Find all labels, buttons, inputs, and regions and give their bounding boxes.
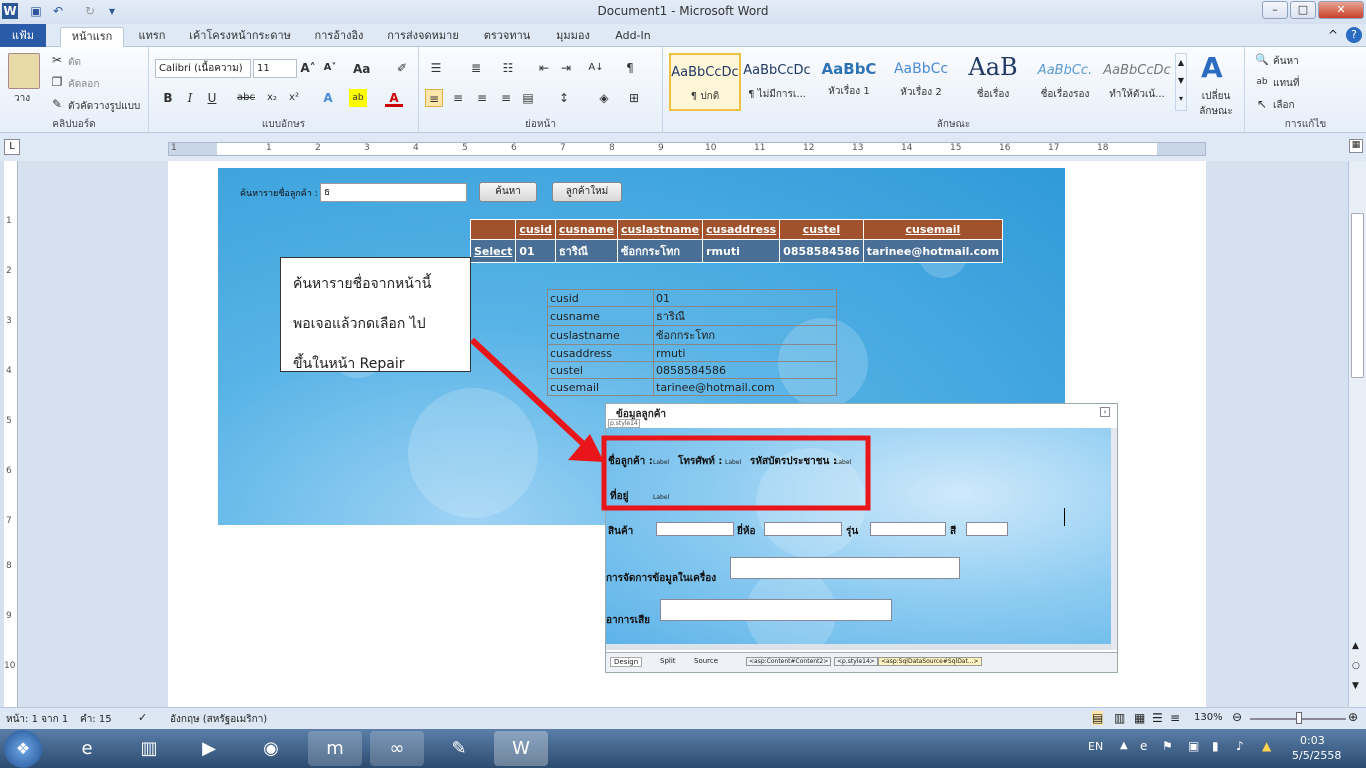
language-status[interactable]: อังกฤษ (สหรัฐอเมริกา) [170, 712, 267, 727]
red-highlight-box [601, 435, 871, 511]
show-hidden-icons-icon[interactable]: ▲ [1120, 740, 1128, 751]
taskbar: ❖ e ▥ ▶ ◉ m ∞ ✎ W EN ▲ e ⚑ ▣ ▮ ♪ ▲ 0:03 … [0, 729, 1366, 768]
web-layout-icon[interactable]: ▦ [1134, 711, 1145, 725]
device-icon[interactable]: ▣ [1188, 739, 1199, 753]
visual-studio-icon[interactable]: ∞ [370, 731, 424, 766]
zoom-level[interactable]: 130% [1194, 712, 1223, 723]
page-count[interactable]: หน้า: 1 จาก 1 [6, 712, 68, 727]
zoom-in-icon[interactable]: ⊕ [1348, 710, 1358, 724]
ie-icon[interactable]: e [60, 731, 114, 766]
clock-date[interactable]: 5/5/2558 [1292, 749, 1341, 762]
clock-time[interactable]: 0:03 [1300, 734, 1325, 747]
media-player-icon[interactable]: ▶ [182, 731, 236, 766]
outline-icon[interactable]: ☰ [1152, 711, 1163, 725]
red-arrow-line [469, 337, 595, 455]
zoom-out-icon[interactable]: ⊖ [1232, 710, 1242, 724]
explorer-icon[interactable]: ▥ [122, 731, 176, 766]
paint-icon[interactable]: ✎ [432, 731, 486, 766]
status-bar: หน้า: 1 จาก 1 คำ: 15 ✓ อังกฤษ (สหรัฐอเมร… [0, 707, 1366, 729]
input-language[interactable]: EN [1088, 740, 1103, 753]
draft-icon[interactable]: ≡ [1170, 711, 1180, 725]
network-icon[interactable]: ▮ [1212, 739, 1219, 753]
drive-icon[interactable]: ▲ [1262, 739, 1271, 753]
word-taskbar-icon[interactable]: W [494, 731, 548, 766]
action-center-icon[interactable]: ⚑ [1162, 739, 1173, 753]
text-cursor [1064, 508, 1065, 526]
start-button[interactable]: ❖ [4, 730, 42, 768]
proofing-icon[interactable]: ✓ [138, 711, 147, 724]
volume-icon[interactable]: ♪ [1236, 739, 1244, 753]
full-screen-icon[interactable]: ▥ [1114, 711, 1125, 725]
print-layout-icon[interactable]: ▤ [1092, 711, 1104, 725]
chrome-icon[interactable]: ◉ [244, 731, 298, 766]
tray-app-icon[interactable]: e [1140, 739, 1147, 753]
word-count[interactable]: คำ: 15 [80, 712, 112, 727]
maxthon-icon[interactable]: m [308, 731, 362, 766]
annotation-overlay [469, 337, 871, 511]
zoom-slider-thumb[interactable] [1296, 712, 1302, 724]
